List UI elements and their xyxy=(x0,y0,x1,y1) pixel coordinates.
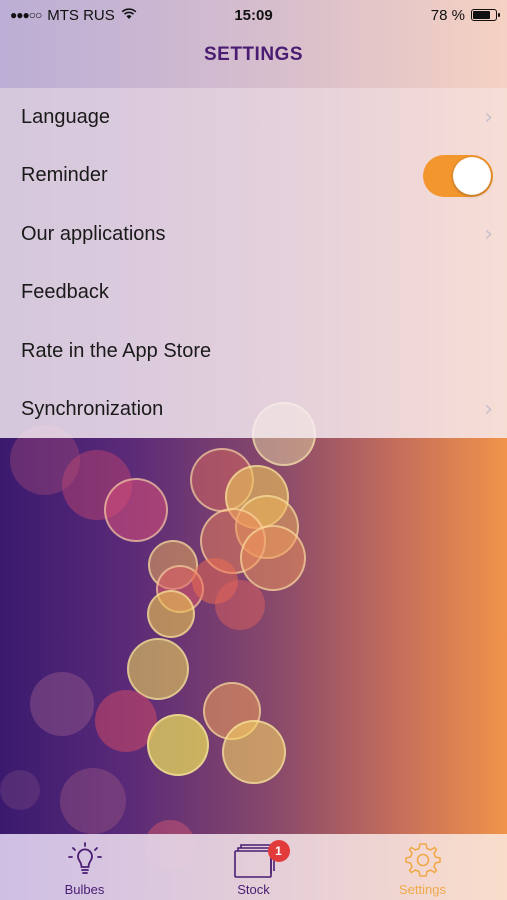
settings-row-label: Language xyxy=(21,105,110,128)
signal-strength-icon: ●●●○○ xyxy=(10,8,42,22)
tab-settings[interactable]: Settings xyxy=(338,834,507,900)
settings-row-language[interactable]: Language › xyxy=(0,88,507,147)
battery-icon xyxy=(471,9,500,21)
reminder-toggle[interactable] xyxy=(423,154,493,197)
tab-label: Bulbes xyxy=(64,882,105,897)
status-time: 15:09 xyxy=(234,6,273,24)
settings-row-label: Reminder xyxy=(21,164,108,187)
wifi-icon xyxy=(121,7,137,23)
settings-row-reminder: Reminder xyxy=(0,147,507,206)
chevron-right-icon: › xyxy=(484,397,493,423)
tab-label: Settings xyxy=(399,882,446,897)
settings-row-feedback[interactable]: Feedback xyxy=(0,264,507,323)
tab-bar: Bulbes 1 Stock Settings xyxy=(0,834,507,900)
stock-badge: 1 xyxy=(267,840,290,862)
settings-row-our-applications[interactable]: Our applications › xyxy=(0,205,507,264)
settings-row-label: Our applications xyxy=(21,222,166,245)
toggle-knob xyxy=(453,156,491,195)
battery-percent: 78 % xyxy=(430,6,465,24)
gear-icon xyxy=(401,838,445,882)
settings-row-label: Rate in the App Store xyxy=(21,339,212,362)
tab-stock[interactable]: 1 Stock xyxy=(169,834,338,900)
tab-label: Stock xyxy=(237,882,270,897)
tab-bulbes[interactable]: Bulbes xyxy=(0,834,169,900)
chevron-right-icon: › xyxy=(484,104,493,130)
settings-row-rate-app[interactable]: Rate in the App Store xyxy=(0,322,507,381)
chevron-right-icon: › xyxy=(484,221,493,247)
settings-row-label: Synchronization xyxy=(21,398,164,421)
status-right: 78 % xyxy=(430,6,500,24)
carrier-name: MTS RUS xyxy=(47,6,115,24)
page-title: SETTINGS xyxy=(203,44,303,65)
status-left: ●●●○○ MTS RUS xyxy=(10,7,137,24)
status-bar: ●●●○○ MTS RUS 15:09 78 % xyxy=(0,0,507,30)
bulb-icon xyxy=(63,838,107,882)
settings-row-synchronization[interactable]: Synchronization › xyxy=(0,381,507,440)
battery-fill xyxy=(473,11,491,19)
settings-list: Language › Reminder Our applications › F… xyxy=(0,88,507,438)
settings-row-label: Feedback xyxy=(21,281,109,304)
